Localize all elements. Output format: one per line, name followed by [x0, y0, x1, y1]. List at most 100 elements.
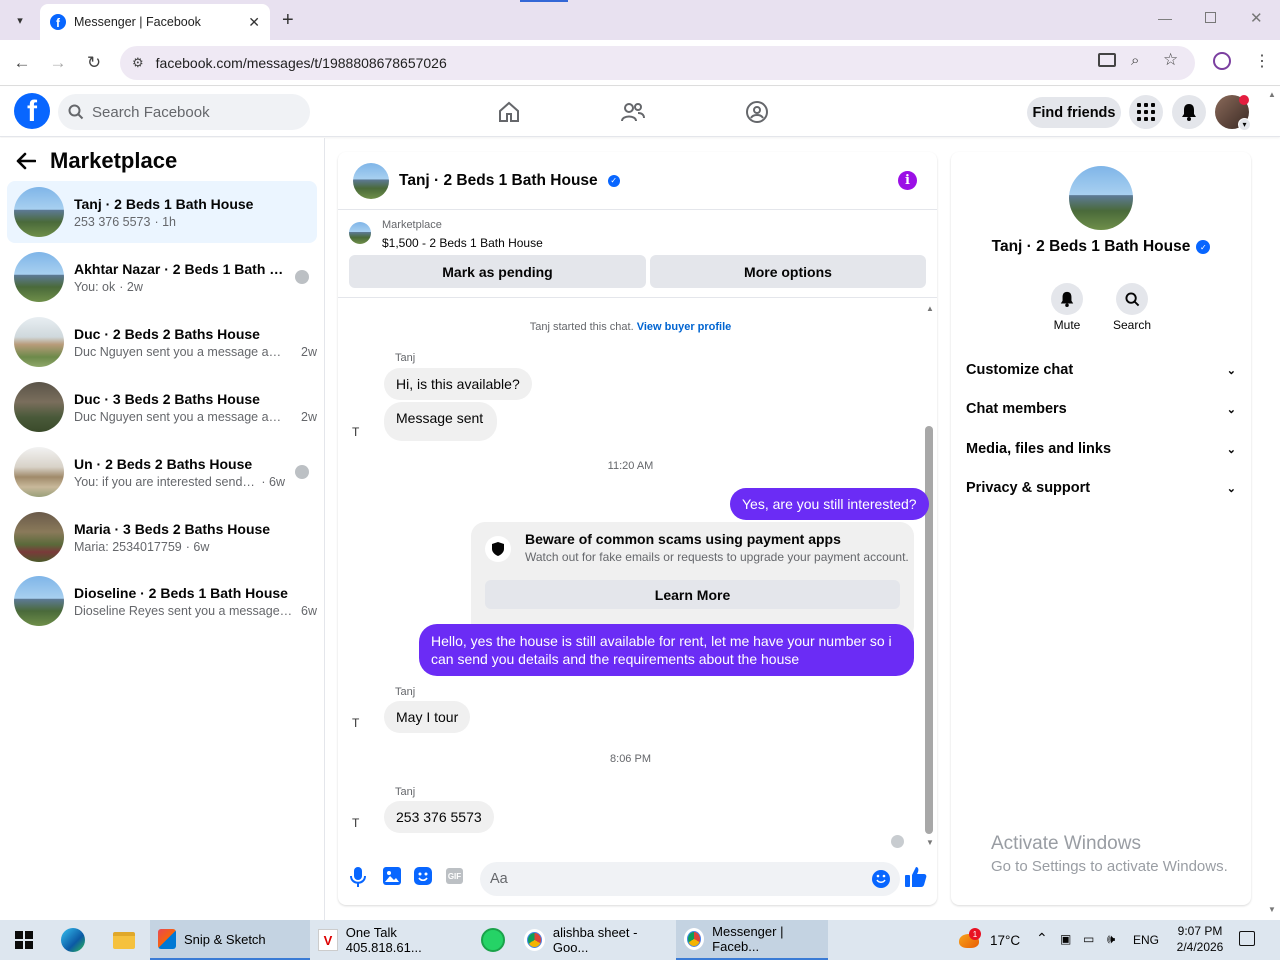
- install-app-icon[interactable]: [1098, 53, 1116, 67]
- taskbar-chrome-sheet[interactable]: alishba sheet - Goo...: [516, 920, 676, 960]
- conversation-time: · 2w: [119, 279, 143, 294]
- url-bar[interactable]: ⚙ facebook.com/messages/t/19888086786570…: [120, 46, 1195, 80]
- conversation-item[interactable]: Un · 2 Beds 2 Baths House You: if you ar…: [7, 441, 317, 503]
- sticker-icon[interactable]: [414, 867, 432, 888]
- customize-chat-section[interactable]: Customize chat ⌄: [966, 362, 1236, 378]
- gif-icon[interactable]: GIF: [446, 868, 463, 884]
- edge-icon[interactable]: [48, 920, 98, 960]
- tab-close-icon[interactable]: ✕: [248, 14, 260, 31]
- incoming-message[interactable]: 253 376 5573: [384, 801, 494, 833]
- outgoing-message[interactable]: Hello, yes the house is still available …: [419, 624, 914, 676]
- zoom-icon[interactable]: ⌕: [1131, 52, 1139, 69]
- more-options-button[interactable]: More options: [650, 255, 926, 288]
- conversation-time: · 6w: [261, 474, 285, 489]
- message-input[interactable]: Aa: [480, 862, 900, 896]
- clock-date: 2/4/2026: [1176, 940, 1224, 954]
- reload-button[interactable]: ↻: [78, 47, 110, 79]
- shield-icon: [485, 536, 511, 562]
- listing-title[interactable]: $1,500 - 2 Beds 1 Bath House: [382, 236, 543, 250]
- chrome-icon: [684, 928, 705, 950]
- bookmark-star-icon[interactable]: ☆: [1163, 50, 1178, 70]
- taskbar-one-talk[interactable]: V One Talk 405.818.61...: [310, 920, 470, 960]
- facebook-logo[interactable]: f: [14, 93, 50, 129]
- account-chevron-icon[interactable]: ▾: [1238, 118, 1251, 131]
- verified-badge-icon: ✓: [607, 174, 620, 187]
- view-buyer-profile-link[interactable]: View buyer profile: [637, 321, 732, 333]
- incoming-message[interactable]: Hi, is this available?: [384, 368, 532, 400]
- taskbar-snip-sketch[interactable]: Snip & Sketch: [150, 920, 310, 960]
- restore-button[interactable]: [1205, 12, 1216, 23]
- notifications-bell-icon[interactable]: [1172, 95, 1206, 129]
- meet-now-icon[interactable]: ▣: [1060, 932, 1071, 946]
- conversation-item[interactable]: Tanj · 2 Beds 1 Bath House 253 376 5573 ·…: [7, 181, 317, 243]
- language-indicator[interactable]: ENG: [1133, 933, 1159, 947]
- listing-thumbnail: [14, 447, 64, 497]
- mute-label[interactable]: Mute: [1037, 318, 1097, 332]
- search-icon[interactable]: [1116, 283, 1148, 315]
- browser-tab[interactable]: f Messenger | Facebook ✕: [40, 4, 270, 40]
- file-explorer-icon[interactable]: [98, 920, 150, 960]
- mark-as-pending-button[interactable]: Mark as pending: [349, 255, 646, 288]
- whatsapp-icon[interactable]: [470, 920, 516, 960]
- conversation-item[interactable]: Akhtar Nazar · 2 Beds 1 Bath Ho... You: …: [7, 246, 317, 308]
- media-files-links-section[interactable]: Media, files and links ⌄: [966, 441, 1236, 457]
- chat-header: Tanj · 2 Beds 1 Bath House ✓: [338, 152, 937, 210]
- emoji-icon[interactable]: [872, 870, 890, 888]
- profile-avatar[interactable]: [1069, 166, 1133, 230]
- taskbar-label: Snip & Sketch: [184, 931, 266, 947]
- new-tab-button[interactable]: +: [282, 9, 294, 32]
- forward-button[interactable]: →: [42, 47, 74, 79]
- home-icon[interactable]: [494, 97, 524, 127]
- conversation-item[interactable]: Duc · 3 Beds 2 Baths House Duc Nguyen se…: [7, 376, 317, 438]
- find-friends-button[interactable]: Find friends: [1027, 97, 1121, 128]
- conversation-name: Duc · 2 Beds 2 Baths House: [74, 325, 260, 342]
- weather-icon[interactable]: 1: [957, 928, 983, 952]
- info-icon[interactable]: i: [898, 171, 917, 190]
- start-button[interactable]: [0, 920, 48, 960]
- tray-expand-icon[interactable]: ⌃: [1036, 930, 1048, 947]
- learn-more-button[interactable]: Learn More: [485, 580, 900, 609]
- friends-icon[interactable]: [618, 97, 648, 127]
- notifications-center-icon[interactable]: [1239, 931, 1255, 946]
- listing-thumbnail[interactable]: [349, 222, 371, 244]
- chat-title[interactable]: Tanj · 2 Beds 1 Bath House: [399, 172, 598, 190]
- tab-search-button[interactable]: ▾: [8, 8, 32, 32]
- privacy-support-section[interactable]: Privacy & support ⌄: [966, 480, 1236, 496]
- browser-menu-icon[interactable]: ⋮: [1254, 51, 1270, 71]
- clock[interactable]: 9:07 PM 2/4/2026: [1172, 923, 1228, 955]
- facebook-search-input[interactable]: Search Facebook: [58, 94, 310, 130]
- search-label[interactable]: Search: [1102, 318, 1162, 332]
- conversation-item[interactable]: Duc · 2 Beds 2 Baths House Duc Nguyen se…: [7, 311, 317, 373]
- incoming-message[interactable]: May I tour: [384, 701, 471, 733]
- close-window-button[interactable]: ✕: [1250, 9, 1263, 27]
- conversation-item[interactable]: Dioseline · 2 Beds 1 Bath House Dioselin…: [7, 570, 317, 632]
- site-info-icon[interactable]: ⚙: [132, 55, 144, 71]
- mute-bell-icon[interactable]: [1051, 283, 1083, 315]
- network-icon[interactable]: ▭: [1083, 932, 1094, 946]
- page-scroll-up-icon[interactable]: ▲: [1268, 90, 1276, 99]
- volume-icon[interactable]: 🕪: [1107, 931, 1115, 947]
- temperature[interactable]: 17°C: [990, 933, 1020, 948]
- chat-avatar[interactable]: [353, 162, 389, 199]
- incoming-message[interactable]: Message sent: [384, 402, 498, 441]
- scrollbar-thumb[interactable]: [925, 426, 933, 834]
- scroll-up-arrow-icon[interactable]: ▲: [926, 304, 934, 313]
- listing-thumbnail: [14, 576, 64, 626]
- profile-icon[interactable]: [1213, 52, 1231, 70]
- thumbs-up-icon[interactable]: [905, 866, 927, 891]
- back-button[interactable]: ←: [6, 47, 38, 79]
- page-scroll-down-icon[interactable]: ▼: [1268, 905, 1276, 914]
- chat-members-section[interactable]: Chat members ⌄: [966, 401, 1236, 417]
- groups-icon[interactable]: [742, 97, 772, 127]
- conversation-item[interactable]: Maria · 3 Beds 2 Baths House Maria: 2534…: [7, 506, 317, 568]
- minimize-button[interactable]: —: [1158, 10, 1172, 26]
- microphone-icon[interactable]: [350, 867, 366, 890]
- menu-grid-icon[interactable]: [1129, 95, 1163, 129]
- outgoing-message[interactable]: Yes, are you still interested?: [730, 488, 929, 520]
- sender-avatar: T: [352, 816, 360, 830]
- conversation-snippet: Duc Nguyen sent you a message abo...: [74, 344, 288, 359]
- scroll-down-arrow-icon[interactable]: ▼: [926, 838, 934, 847]
- photo-icon[interactable]: [383, 867, 401, 888]
- taskbar-chrome-messenger[interactable]: Messenger | Faceb...: [676, 920, 828, 960]
- back-arrow-icon[interactable]: [16, 152, 36, 170]
